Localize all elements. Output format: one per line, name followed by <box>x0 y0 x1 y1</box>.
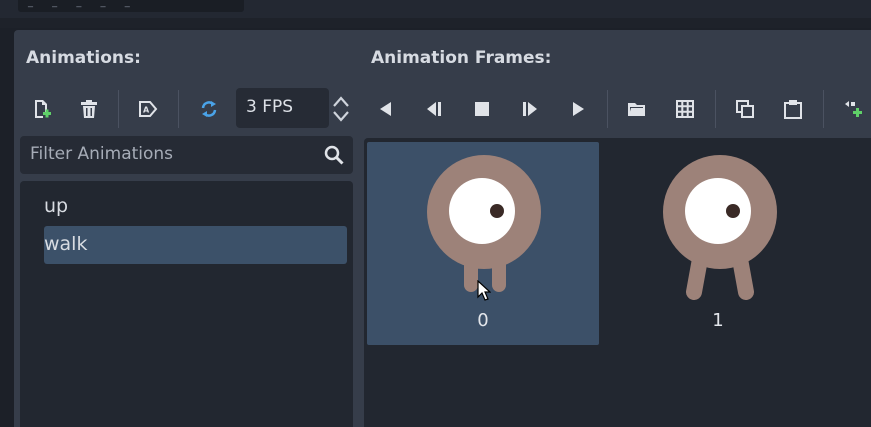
list-item-up[interactable]: up <box>44 188 347 226</box>
list-item-label: walk <box>44 233 88 255</box>
play-icon <box>573 102 584 116</box>
insert-frame-icon <box>845 101 862 117</box>
frame-thumbnail <box>663 155 777 300</box>
top-field[interactable]: _ _ _ _ _ <box>18 0 244 12</box>
loop-icon <box>201 101 217 117</box>
autoplay-button[interactable]: A <box>133 94 163 124</box>
frame-item-1[interactable]: 1 <box>602 142 834 345</box>
mouse-cursor-icon <box>477 280 491 301</box>
folder-icon <box>628 103 645 116</box>
toolbar-divider <box>607 90 608 128</box>
svg-text:A: A <box>143 106 150 115</box>
paste-frame-button[interactable] <box>778 94 808 124</box>
play-backwards-from-end-icon <box>427 102 441 116</box>
copy-icon <box>736 100 754 118</box>
insert-frame-button[interactable] <box>838 94 868 124</box>
frame-item-0[interactable]: 0 <box>367 142 599 345</box>
toolbar-divider <box>118 90 119 128</box>
loop-toggle-button[interactable] <box>194 94 224 124</box>
list-item-walk[interactable]: walk <box>44 226 347 264</box>
play-backwards-button[interactable] <box>371 94 401 124</box>
new-animation-icon <box>35 100 51 118</box>
fps-value: 3 FPS <box>246 97 294 117</box>
top-field-text: _ _ _ _ _ <box>28 0 138 8</box>
filter-placeholder: Filter Animations <box>30 144 174 164</box>
toolbar-divider <box>715 90 716 128</box>
grid-icon <box>676 100 694 118</box>
delete-animation-button[interactable] <box>74 94 104 124</box>
spinner-arrows-icon <box>333 96 349 122</box>
toolbar-divider <box>178 90 179 128</box>
load-from-file-button[interactable] <box>622 94 652 124</box>
frames-grid: 0 1 <box>364 138 871 427</box>
frame-index: 0 <box>477 310 489 331</box>
play-button[interactable] <box>563 94 593 124</box>
fps-spinner[interactable] <box>330 94 352 124</box>
play-backwards-from-end-button[interactable] <box>419 94 449 124</box>
frame-index: 1 <box>712 310 724 331</box>
load-sprite-sheet-button[interactable] <box>670 94 700 124</box>
list-item-label: up <box>44 195 69 217</box>
fps-input[interactable]: 3 FPS <box>236 88 329 128</box>
toolbar-divider <box>823 90 824 128</box>
delete-animation-icon <box>81 100 97 118</box>
stop-icon <box>475 102 489 116</box>
stop-button[interactable] <box>467 94 497 124</box>
animation-list: up walk <box>20 181 353 427</box>
copy-frame-button[interactable] <box>730 94 760 124</box>
autoplay-icon: A <box>139 101 158 117</box>
play-from-start-icon <box>523 102 537 116</box>
new-animation-button[interactable] <box>26 94 56 124</box>
play-backwards-icon <box>380 102 391 116</box>
animations-title: Animations: <box>26 48 141 68</box>
animation-frames-title: Animation Frames: <box>371 48 552 68</box>
filter-animations-input[interactable]: Filter Animations <box>20 136 353 174</box>
search-icon <box>324 145 344 165</box>
frame-thumbnail <box>427 155 541 292</box>
play-from-start-button[interactable] <box>515 94 545 124</box>
panel-separator <box>0 18 871 28</box>
paste-icon <box>784 100 802 119</box>
